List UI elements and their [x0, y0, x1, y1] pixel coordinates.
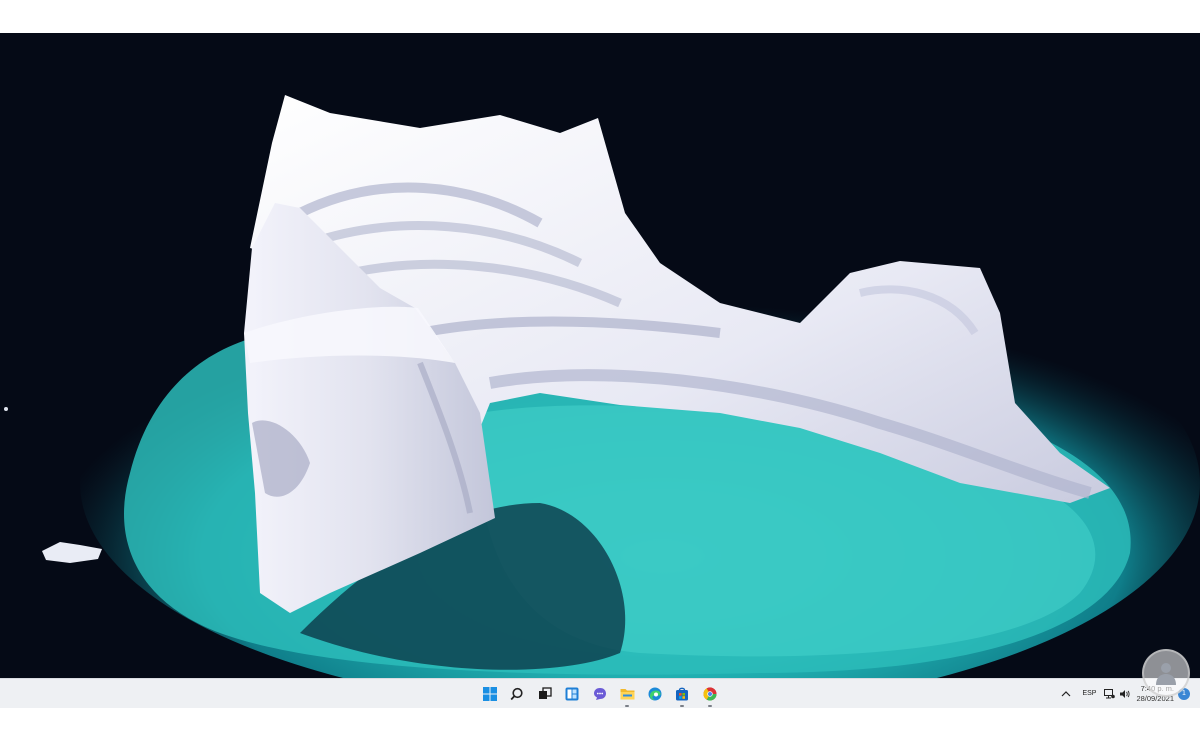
task-view-button[interactable]	[531, 679, 559, 708]
speaker-icon	[1119, 689, 1130, 698]
taskbar: ESP 7:40 p. m. 28/09/2021 1	[0, 678, 1200, 708]
store-button[interactable]	[669, 679, 697, 708]
widgets-button[interactable]	[559, 679, 587, 708]
volume-button[interactable]	[1116, 679, 1132, 708]
search-button[interactable]	[504, 679, 532, 708]
network-icon	[1103, 688, 1115, 698]
person-logo-icon	[1156, 663, 1176, 685]
running-indicator	[707, 705, 712, 707]
language-indicator[interactable]: ESP	[1076, 679, 1102, 708]
folder-icon	[620, 688, 635, 699]
windows-logo-icon	[482, 686, 497, 701]
edge-icon	[648, 687, 662, 700]
task-view-icon	[538, 686, 552, 699]
file-explorer-button[interactable]	[614, 679, 642, 708]
store-icon	[676, 687, 689, 700]
iceberg-image	[0, 33, 1200, 678]
chromium-button[interactable]	[696, 679, 724, 708]
desktop-wallpaper	[0, 33, 1200, 678]
show-hidden-icons-button[interactable]	[1056, 679, 1076, 708]
running-indicator	[625, 705, 630, 707]
start-button[interactable]	[476, 679, 504, 708]
chromium-icon	[703, 686, 717, 701]
chat-icon	[593, 687, 606, 700]
chevron-up-icon	[1062, 690, 1071, 696]
watermark-logo	[1142, 649, 1190, 697]
teams-chat-button[interactable]	[586, 679, 614, 708]
search-icon	[510, 687, 523, 700]
taskbar-apps	[476, 679, 724, 708]
widgets-icon	[565, 687, 579, 700]
running-indicator	[680, 705, 685, 707]
edge-button[interactable]	[641, 679, 669, 708]
network-button[interactable]	[1102, 679, 1116, 708]
